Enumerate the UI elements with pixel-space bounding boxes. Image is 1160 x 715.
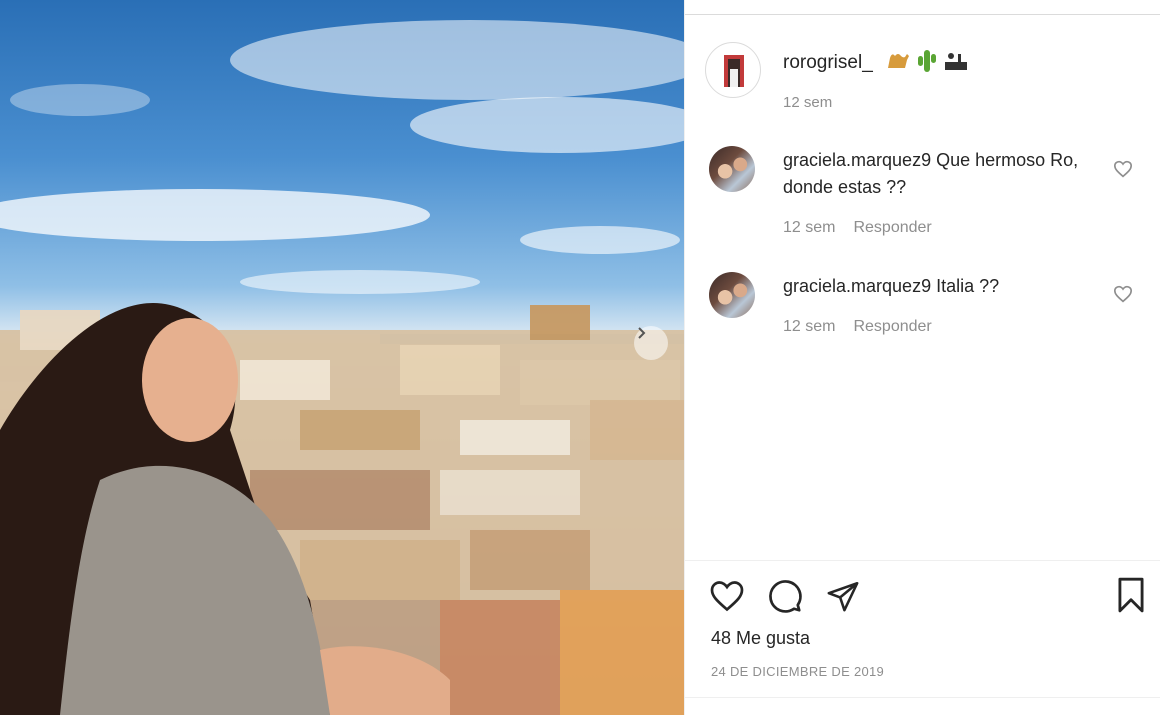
divider — [685, 697, 1160, 698]
cactus-emoji-icon — [915, 48, 939, 79]
heart-icon — [710, 581, 744, 612]
like-comment-icon[interactable] — [1113, 160, 1133, 183]
comment-meta: 12 sem Responder — [783, 219, 932, 237]
like-button[interactable] — [709, 579, 745, 613]
comment-icon — [769, 580, 802, 613]
comment-time[interactable]: 12 sem — [783, 219, 835, 237]
comment-text: Italia ?? — [936, 276, 1000, 296]
post-date: 24 DE DICIEMBRE DE 2019 — [711, 664, 885, 679]
next-photo-button[interactable] — [634, 326, 668, 360]
author-username[interactable]: rorogrisel_ — [783, 52, 873, 74]
avatar-image — [724, 55, 744, 87]
reply-button[interactable]: Responder — [853, 219, 931, 237]
likes-count[interactable]: 48 Me gusta — [711, 628, 810, 649]
post-panel: rorogrisel_ 12 sem graciela.marquez9 Que… — [684, 0, 1160, 715]
divider — [685, 560, 1160, 561]
author-emoji-group — [885, 48, 969, 79]
commenter-avatar[interactable] — [709, 272, 755, 318]
comment-button[interactable] — [767, 578, 803, 614]
comment-body: graciela.marquez9 Italia ?? — [783, 273, 1083, 300]
commenter-username[interactable]: graciela.marquez9 — [783, 150, 931, 170]
like-comment-icon[interactable] — [1113, 285, 1133, 308]
desert-emoji-icon — [943, 48, 969, 79]
paper-plane-icon — [827, 581, 859, 612]
divider — [685, 14, 1160, 15]
bookmark-icon — [1118, 577, 1144, 613]
comment-body: graciela.marquez9 Que hermoso Ro, donde … — [783, 147, 1083, 201]
post-photo[interactable] — [0, 0, 684, 715]
action-bar — [709, 578, 861, 614]
comment-meta: 12 sem Responder — [783, 318, 932, 336]
comment-time[interactable]: 12 sem — [783, 318, 835, 336]
photo-scene — [0, 20, 684, 715]
share-button[interactable] — [825, 579, 861, 613]
reply-button[interactable]: Responder — [853, 318, 931, 336]
post-time[interactable]: 12 sem — [783, 94, 832, 111]
author-avatar[interactable] — [705, 42, 761, 98]
camel-emoji-icon — [885, 48, 911, 79]
commenter-username[interactable]: graciela.marquez9 — [783, 276, 931, 296]
commenter-avatar[interactable] — [709, 146, 755, 192]
save-button[interactable] — [1115, 576, 1147, 619]
